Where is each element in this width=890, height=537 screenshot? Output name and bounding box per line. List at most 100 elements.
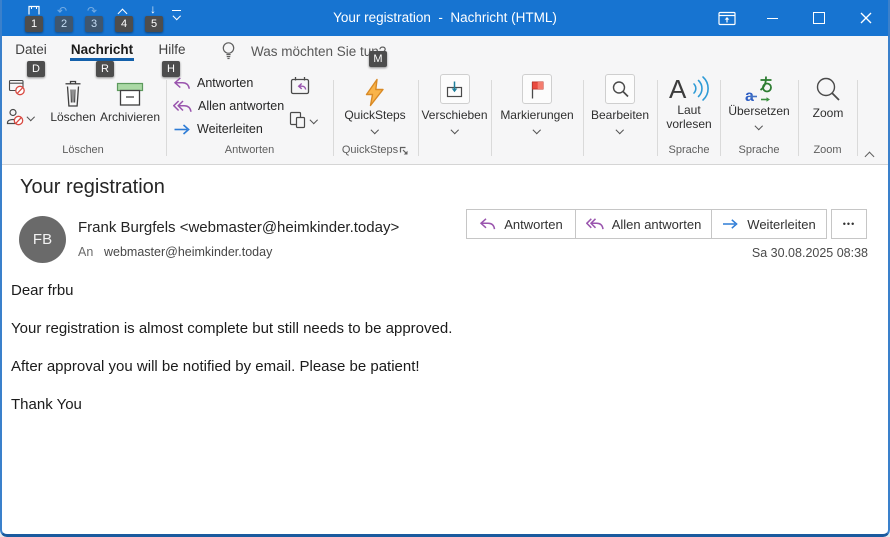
meeting-reply-button[interactable] <box>289 76 311 97</box>
message-date: Sa 30.08.2025 08:38 <box>640 246 868 260</box>
quicksteps-button[interactable]: QuickSteps <box>336 76 414 140</box>
forward-button[interactable]: Weiterleiten <box>173 118 263 140</box>
zoom-label: Zoom <box>813 106 844 120</box>
reply-action-button[interactable]: Antworten <box>466 209 576 239</box>
junk-button[interactable] <box>5 108 34 126</box>
close-icon <box>860 12 872 24</box>
maximize-button[interactable] <box>804 0 834 36</box>
magnifier-icon <box>605 74 635 104</box>
more-actions-icon: ••• <box>843 219 855 229</box>
forward-action-button[interactable]: Weiterleiten <box>711 209 827 239</box>
archive-button[interactable]: Archivieren <box>98 77 162 139</box>
more-respond-icon <box>288 110 307 129</box>
junk-icon <box>5 108 24 126</box>
forward-icon <box>173 123 191 136</box>
delete-button[interactable]: Löschen <box>46 77 100 139</box>
group-separator <box>857 80 858 156</box>
move-icon <box>440 74 470 104</box>
titlebar: 1 ↶ 2 ↷ 3 4 ↓ 5 Your registration - Nach… <box>0 0 890 36</box>
to-label: An <box>78 245 93 259</box>
svg-text:A: A <box>669 74 687 103</box>
reply-all-action-button[interactable]: Allen antworten <box>575 209 712 239</box>
more-respond-actions-button[interactable] <box>288 110 317 129</box>
group-label-respond: Antworten <box>166 144 333 156</box>
move-button[interactable]: Verschieben <box>418 74 491 133</box>
zoom-icon <box>814 74 842 106</box>
group-label-delete: Löschen <box>0 144 166 156</box>
keytip-help: H <box>162 61 180 77</box>
sender-line[interactable]: Frank Burgfels <webmaster@heimkinder.tod… <box>78 219 399 236</box>
group-label-translate: Sprache <box>720 144 798 156</box>
more-actions-button[interactable]: ••• <box>831 209 867 239</box>
body-line: Dear frbu <box>11 282 74 299</box>
trash-icon <box>62 77 84 110</box>
tags-label: Markierungen <box>500 108 573 122</box>
archive-icon <box>116 77 144 110</box>
editing-label: Bearbeiten <box>591 108 649 122</box>
junk-dropdown-chevron <box>27 113 35 121</box>
move-label: Verschieben <box>421 108 487 122</box>
group-label-quicksteps: QuickSteps <box>333 144 407 156</box>
reply-label: Antworten <box>197 76 253 90</box>
tab-help[interactable]: Hilfe <box>152 40 192 60</box>
move-chevron <box>451 126 459 134</box>
body-line: Your registration is almost complete but… <box>11 320 452 337</box>
reply-all-icon <box>586 217 604 231</box>
tab-message[interactable]: Nachricht <box>70 40 134 60</box>
reply-icon <box>173 76 191 91</box>
keytip: 5 <box>145 16 163 32</box>
group-label-speech: Sprache <box>658 144 720 156</box>
keytip: 4 <box>115 16 133 32</box>
body-line: After approval you will be notified by e… <box>11 358 420 375</box>
outlook-message-window: 1 ↶ 2 ↷ 3 4 ↓ 5 Your registration - Nach… <box>0 0 890 537</box>
reply-button[interactable]: Antworten <box>173 72 253 94</box>
reply-all-button[interactable]: Allen antworten <box>173 95 284 117</box>
close-button[interactable] <box>851 0 881 36</box>
quicksteps-dialog-launcher[interactable] <box>399 146 409 156</box>
quicksteps-label: QuickSteps <box>344 108 405 122</box>
translate-icon: a <box>744 74 774 104</box>
meeting-reply-icon <box>289 76 311 97</box>
lightning-icon <box>362 76 388 108</box>
collapse-ribbon-button[interactable] <box>866 147 873 165</box>
tags-chevron <box>533 126 541 134</box>
to-address[interactable]: webmaster@heimkinder.today <box>104 245 272 259</box>
reply-all-label: Allen antworten <box>198 99 284 113</box>
tags-button[interactable]: Markierungen <box>491 74 583 133</box>
reply-all-icon <box>173 99 192 114</box>
minimize-button[interactable] <box>757 0 787 36</box>
zoom-button[interactable]: Zoom <box>800 74 856 120</box>
forward-label: Weiterleiten <box>197 122 263 136</box>
reply-icon <box>479 217 496 231</box>
keytip-file: D <box>27 61 45 77</box>
forward-icon <box>722 218 739 230</box>
minimize-icon <box>767 18 778 19</box>
tab-file[interactable]: Datei <box>13 40 49 60</box>
archive-label: Archivieren <box>100 110 160 124</box>
read-aloud-icon: A <box>668 73 710 103</box>
avatar[interactable]: FB <box>19 216 66 263</box>
translate-label: Übersetzen <box>728 104 789 118</box>
quicksteps-chevron <box>371 126 379 134</box>
lightbulb-icon <box>221 41 236 60</box>
keytip: 2 <box>55 16 73 32</box>
translate-button[interactable]: a Übersetzen <box>722 74 796 129</box>
forward-action-label: Weiterleiten <box>747 217 815 232</box>
tell-me-search[interactable]: Was möchten Sie tun? <box>251 44 386 59</box>
ignore-button[interactable] <box>7 79 26 96</box>
editing-button[interactable]: Bearbeiten <box>583 74 657 133</box>
popout-icon <box>718 11 736 26</box>
read-aloud-button[interactable]: A Laut vorlesen <box>659 73 719 131</box>
body-line: Thank You <box>11 396 82 413</box>
delete-label: Löschen <box>50 110 95 124</box>
keytip: 1 <box>25 16 43 32</box>
keytip: 3 <box>85 16 103 32</box>
read-aloud-label-1: Laut <box>677 103 700 117</box>
keytip-search: M <box>369 51 387 67</box>
keytip-message: R <box>96 61 114 77</box>
popout-button[interactable] <box>712 0 742 36</box>
read-aloud-label-2: vorlesen <box>666 117 711 131</box>
translate-chevron <box>755 122 763 130</box>
reply-action-label: Antworten <box>504 217 563 232</box>
more-respond-chevron <box>310 116 318 124</box>
